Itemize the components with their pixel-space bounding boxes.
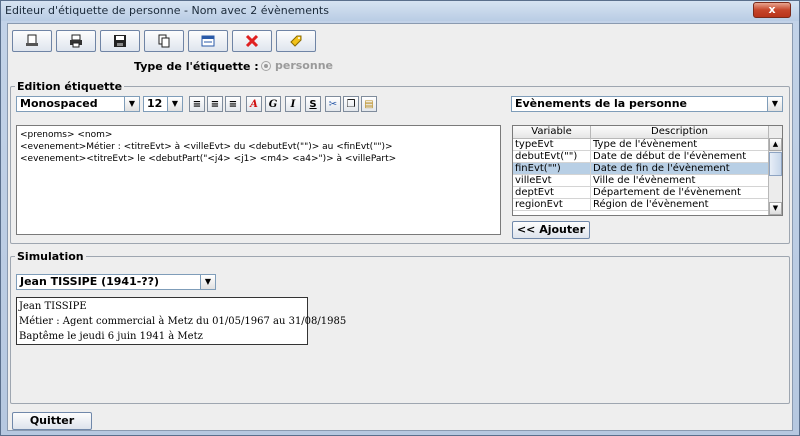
table-row[interactable]: regionEvt Région de l'évènement xyxy=(513,199,782,211)
bold-button[interactable]: G xyxy=(265,96,281,112)
label-button[interactable] xyxy=(276,30,316,52)
editor-window: Editeur d'étiquette de personne - Nom av… xyxy=(0,0,800,436)
person-combo[interactable]: Jean TISSIPE (1941-??) ▼ xyxy=(16,274,216,290)
print-preview-icon xyxy=(26,34,38,46)
align-right-button[interactable]: ≡ xyxy=(225,96,241,112)
scroll-up-icon[interactable]: ▲ xyxy=(769,138,782,151)
template-line: <evenement><titreEvt> le <debutPart("<j4… xyxy=(20,154,397,164)
underline-button[interactable]: S xyxy=(305,96,321,112)
window-icon xyxy=(201,35,215,47)
chevron-down-icon: ▼ xyxy=(200,275,215,289)
simulation-group-title: Simulation xyxy=(15,250,86,263)
size-combo[interactable]: 12 ▼ xyxy=(143,96,183,112)
variable-cell: typeEvt xyxy=(513,139,591,150)
font-combo[interactable]: Monospaced ▼ xyxy=(16,96,140,112)
table-row[interactable]: deptEvt Département de l'évènement xyxy=(513,187,782,199)
chevron-down-icon: ▼ xyxy=(167,97,182,111)
paste-icon: ▤ xyxy=(364,98,374,110)
description-cell: Date de fin de l'évènement xyxy=(591,163,769,174)
type-radio-personne[interactable]: personne xyxy=(261,59,333,72)
table-row[interactable]: debutEvt("") Date de début de l'évènement xyxy=(513,151,782,163)
save-icon xyxy=(114,35,126,47)
table-row[interactable]: typeEvt Type de l'évènement xyxy=(513,139,782,151)
variables-combo-value: Evènements de la personne xyxy=(515,97,687,110)
quit-button[interactable]: Quitter xyxy=(12,412,92,430)
size-value: 12 xyxy=(147,97,163,110)
description-cell: Type de l'évènement xyxy=(591,139,769,150)
print-button[interactable] xyxy=(56,30,96,52)
variable-cell: deptEvt xyxy=(513,187,591,198)
printer-icon xyxy=(70,34,82,48)
description-cell: Date de début de l'évènement xyxy=(591,151,769,162)
label-icon xyxy=(290,35,302,47)
preview-line: Métier : Agent commercial à Metz du 01/0… xyxy=(19,316,347,327)
edition-group-title: Edition étiquette xyxy=(15,80,125,93)
window-title: Editeur d'étiquette de personne - Nom av… xyxy=(5,4,329,17)
type-option-label: personne xyxy=(275,59,333,72)
table-row-selected[interactable]: finEvt("") Date de fin de l'évènement xyxy=(513,163,782,175)
paste-button[interactable]: ▤ xyxy=(361,96,377,112)
chevron-down-icon: ▼ xyxy=(767,97,782,111)
copy-button[interactable] xyxy=(144,30,184,52)
delete-button[interactable] xyxy=(232,30,272,52)
variable-cell: finEvt("") xyxy=(513,163,591,174)
description-cell: Département de l'évènement xyxy=(591,187,769,198)
close-button[interactable]: x xyxy=(753,2,791,18)
variable-cell: regionEvt xyxy=(513,199,591,210)
color-a-button[interactable]: A xyxy=(246,96,262,112)
description-cell: Région de l'évènement xyxy=(591,199,769,210)
copy-icon: ❐ xyxy=(346,98,356,110)
align-center-icon: ≡ xyxy=(210,98,220,110)
variable-cell: villeEvt xyxy=(513,175,591,186)
align-right-icon: ≡ xyxy=(228,98,238,110)
add-variable-button[interactable]: << Ajouter xyxy=(512,221,590,239)
description-cell: Ville de l'évènement xyxy=(591,175,769,186)
copy-icon xyxy=(158,34,170,48)
variables-table[interactable]: Variable Description typeEvt Type de l'év… xyxy=(512,125,783,216)
column-header-description[interactable]: Description xyxy=(591,126,769,138)
font-value: Monospaced xyxy=(20,97,98,110)
scissors-icon: ✂ xyxy=(328,98,338,110)
delete-icon xyxy=(245,34,259,48)
cut-button[interactable]: ✂ xyxy=(325,96,341,112)
label-template-editor[interactable]: <prenoms> <nom> <evenement>Métier : <tit… xyxy=(16,125,501,235)
print-preview-button[interactable] xyxy=(12,30,52,52)
chevron-down-icon: ▼ xyxy=(124,97,139,111)
window-button[interactable] xyxy=(188,30,228,52)
person-value: Jean TISSIPE (1941-??) xyxy=(20,275,160,288)
label-preview: Jean TISSIPE Métier : Agent commercial à… xyxy=(16,297,347,345)
column-header-variable[interactable]: Variable xyxy=(513,126,591,138)
table-header: Variable Description xyxy=(513,126,782,139)
preview-line: Baptême le jeudi 6 juin 1941 à Metz xyxy=(19,331,203,342)
align-left-button[interactable]: ≡ xyxy=(189,96,205,112)
template-line: <prenoms> <nom> xyxy=(20,130,113,140)
variables-combo[interactable]: Evènements de la personne ▼ xyxy=(511,96,783,112)
preview-line: Jean TISSIPE xyxy=(19,301,87,312)
save-button[interactable] xyxy=(100,30,140,52)
variable-cell: debutEvt("") xyxy=(513,151,591,162)
type-label: Type de l'étiquette : xyxy=(134,60,259,73)
template-line: <evenement>Métier : <titreEvt> à <villeE… xyxy=(20,142,393,152)
copy-format-button[interactable]: ❐ xyxy=(343,96,359,112)
table-scrollbar[interactable]: ▲ ▼ xyxy=(768,126,782,215)
radio-icon xyxy=(261,60,271,71)
dialog-body: Type de l'étiquette : personne Edition é… xyxy=(7,23,793,431)
toolbar xyxy=(12,30,316,54)
align-center-button[interactable]: ≡ xyxy=(207,96,223,112)
align-left-icon: ≡ xyxy=(192,98,202,110)
scroll-down-icon[interactable]: ▼ xyxy=(769,202,782,215)
italic-button[interactable]: I xyxy=(285,96,301,112)
title-bar: Editeur d'étiquette de personne - Nom av… xyxy=(1,1,799,21)
scroll-thumb[interactable] xyxy=(769,152,782,176)
table-row[interactable]: villeEvt Ville de l'évènement xyxy=(513,175,782,187)
